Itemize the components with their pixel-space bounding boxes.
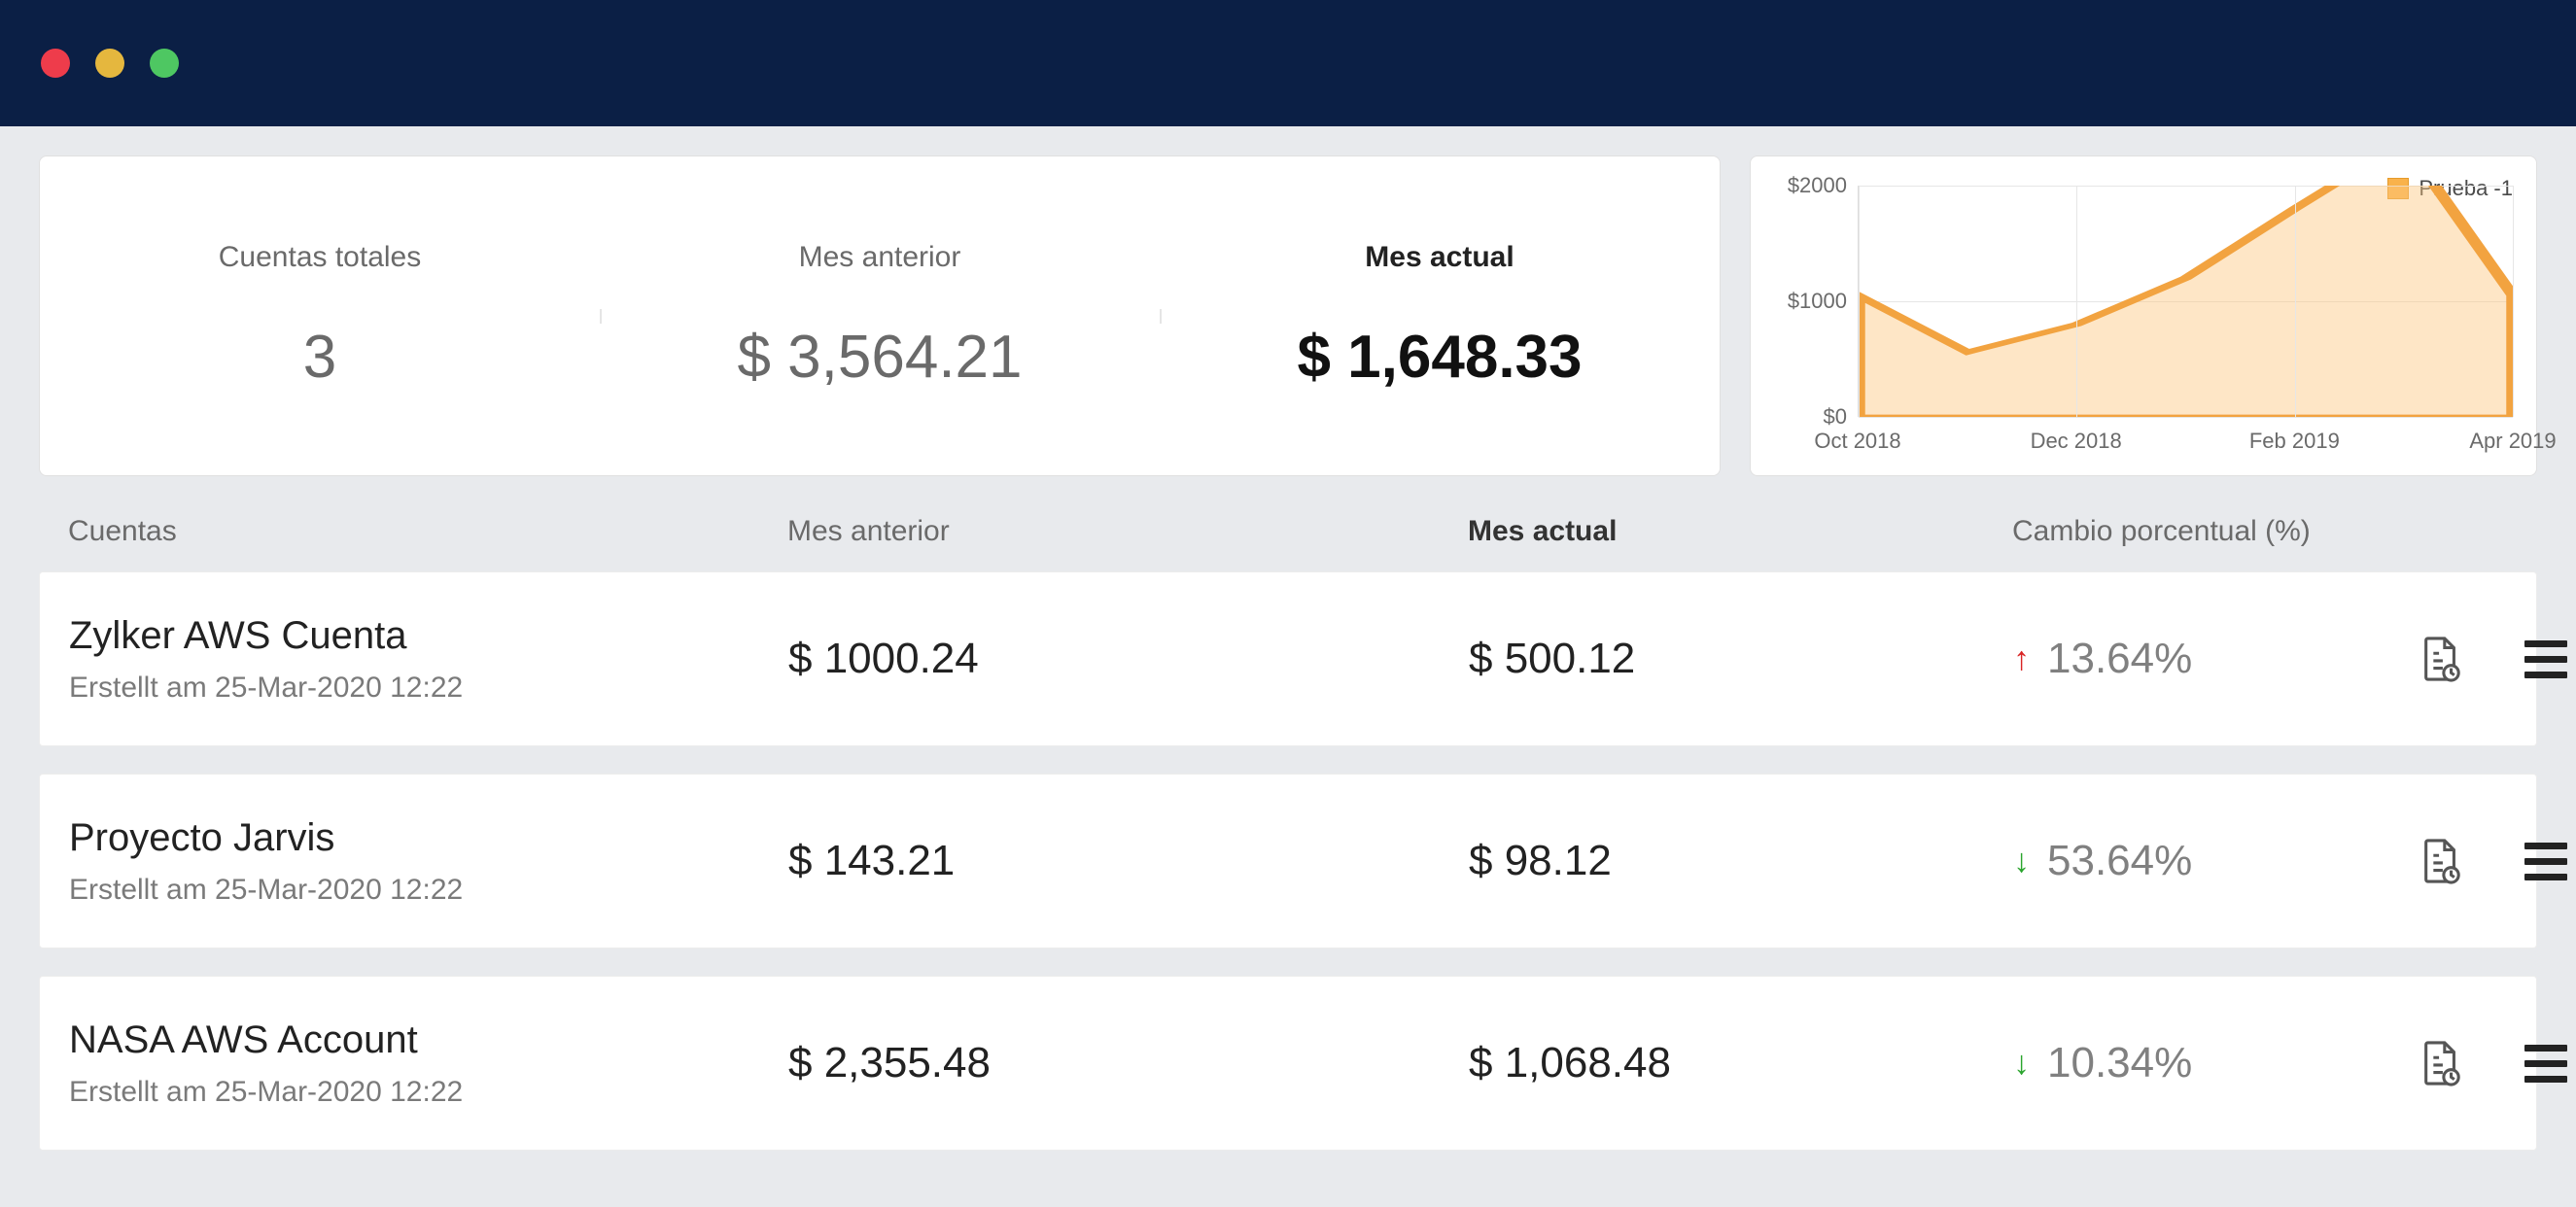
account-created: Erstellt am 25-Mar-2020 12:22 (69, 874, 788, 907)
arrow-up-icon: ↑ (2013, 642, 2030, 675)
arrow-down-icon: ↓ (2013, 1047, 2030, 1080)
summary-curr-value: $ 1,648.33 (1297, 323, 1582, 392)
summary-total-accounts: Cuentas totales 3 (40, 241, 600, 392)
summary-card: Cuentas totales 3 Mes anterior $ 3,564.2… (39, 155, 1721, 476)
menu-icon (2524, 1045, 2567, 1052)
report-clock-icon (2419, 634, 2463, 684)
window-maximize-dot[interactable] (150, 49, 179, 78)
account-row[interactable]: NASA AWS Account Erstellt am 25-Mar-2020 … (39, 976, 2537, 1151)
menu-icon (2524, 843, 2567, 849)
th-pct: Cambio porcentual (%) (2012, 515, 2401, 548)
pct-change: ↑ 13.64% (2013, 635, 2402, 683)
curr-month-value: $ 500.12 (1469, 635, 2013, 683)
row-menu-button[interactable] (2480, 640, 2567, 678)
pct-value: 13.64% (2047, 635, 2192, 683)
menu-icon (2524, 640, 2567, 647)
prev-month-value: $ 1000.24 (788, 635, 1469, 683)
th-accounts: Cuentas (68, 515, 787, 548)
summary-current-month: Mes actual $ 1,648.33 (1160, 241, 1720, 392)
curr-month-value: $ 1,068.48 (1469, 1039, 2013, 1087)
account-row[interactable]: Zylker AWS Cuenta Erstellt am 25-Mar-2020… (39, 571, 2537, 746)
report-clock-icon (2419, 836, 2463, 886)
row-menu-button[interactable] (2480, 843, 2567, 880)
pct-value: 10.34% (2047, 1039, 2192, 1087)
account-row[interactable]: Proyecto Jarvis Erstellt am 25-Mar-2020 1… (39, 774, 2537, 948)
pct-change: ↓ 10.34% (2013, 1039, 2402, 1087)
schedule-report-button[interactable] (2402, 634, 2480, 684)
account-created: Erstellt am 25-Mar-2020 12:22 (69, 1076, 788, 1109)
row-menu-button[interactable] (2480, 1045, 2567, 1083)
summary-prev-value: $ 3,564.21 (737, 323, 1022, 392)
window-minimize-dot[interactable] (95, 49, 124, 78)
summary-total-value: 3 (303, 323, 336, 392)
chart-y-tick: $2000 (1788, 173, 1847, 198)
report-clock-icon (2419, 1038, 2463, 1088)
th-curr: Mes actual (1468, 515, 2012, 548)
schedule-report-button[interactable] (2402, 1038, 2480, 1088)
chart-x-tick: Apr 2019 (2469, 429, 2556, 454)
account-name: Proyecto Jarvis (69, 816, 788, 860)
pct-value: 53.64% (2047, 837, 2192, 885)
curr-month-value: $ 98.12 (1469, 837, 2013, 885)
window-close-dot[interactable] (41, 49, 70, 78)
account-name: NASA AWS Account (69, 1018, 788, 1062)
trend-chart: Prueba -1 $2000 $1000 $0 Oct 2018Dec 201… (1750, 155, 2537, 476)
summary-curr-label: Mes actual (1365, 241, 1514, 274)
accounts-table-header: Cuentas Mes anterior Mes actual Cambio p… (39, 515, 2537, 571)
chart-y-tick: $0 (1824, 404, 1847, 430)
summary-prev-label: Mes anterior (799, 241, 961, 274)
arrow-down-icon: ↓ (2013, 845, 2030, 878)
prev-month-value: $ 2,355.48 (788, 1039, 1469, 1087)
th-prev: Mes anterior (787, 515, 1468, 548)
chart-x-tick: Dec 2018 (2031, 429, 2122, 454)
account-created: Erstellt am 25-Mar-2020 12:22 (69, 672, 788, 705)
chart-y-tick: $1000 (1788, 289, 1847, 314)
schedule-report-button[interactable] (2402, 836, 2480, 886)
account-name: Zylker AWS Cuenta (69, 614, 788, 658)
pct-change: ↓ 53.64% (2013, 837, 2402, 885)
summary-previous-month: Mes anterior $ 3,564.21 (600, 241, 1160, 392)
window-titlebar (0, 0, 2576, 126)
chart-x-tick: Feb 2019 (2249, 429, 2340, 454)
chart-x-tick: Oct 2018 (1814, 429, 1900, 454)
summary-total-label: Cuentas totales (219, 241, 421, 274)
prev-month-value: $ 143.21 (788, 837, 1469, 885)
